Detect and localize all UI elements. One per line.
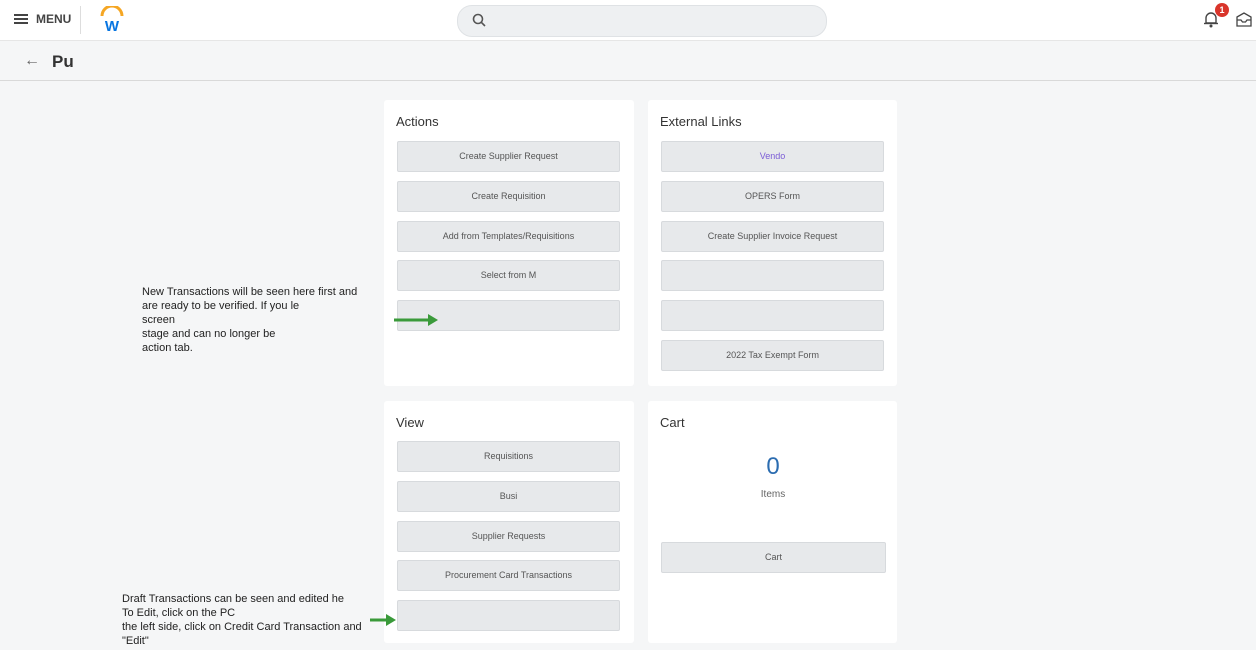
supplier-requests-button[interactable]: Supplier Requests bbox=[397, 521, 620, 552]
search-icon bbox=[472, 13, 486, 27]
tax-exempt-form-link[interactable]: 2022 Tax Exempt Form bbox=[661, 340, 884, 371]
external-link-5[interactable] bbox=[661, 300, 884, 331]
annotation-line: screen bbox=[142, 314, 176, 326]
actions-card: Actions Create Supplier Request Create R… bbox=[384, 100, 634, 386]
notification-badge: 1 bbox=[1215, 3, 1229, 17]
annotation-line: To Edit, click on the PC bbox=[122, 607, 236, 619]
external-links-card: External Links Vendo OPERS Form Create S… bbox=[648, 100, 897, 386]
svg-text:W: W bbox=[105, 18, 120, 34]
inbox-icon[interactable] bbox=[1236, 11, 1252, 27]
annotation-arrow-icon bbox=[370, 614, 396, 626]
cart-items-label: Items bbox=[760, 489, 786, 500]
external-links-title: External Links bbox=[660, 114, 742, 129]
add-from-templates-button[interactable]: Add from Templates/Requisitions bbox=[397, 221, 620, 252]
annotation-line: "Edit" bbox=[122, 635, 149, 647]
actions-title: Actions bbox=[396, 114, 439, 129]
opers-form-link[interactable]: OPERS Form bbox=[661, 181, 884, 212]
create-supplier-invoice-request-link[interactable]: Create Supplier Invoice Request bbox=[661, 221, 884, 252]
annotation-line: New Transactions will be seen here first… bbox=[142, 286, 358, 298]
cart-count: 0 bbox=[766, 453, 780, 480]
page-title: Pu bbox=[52, 52, 74, 71]
annotation-draft-transactions: Draft Transactions can be seen and edite… bbox=[122, 592, 372, 648]
menu-button[interactable]: MENU bbox=[14, 12, 71, 26]
workday-logo-icon[interactable]: W bbox=[99, 6, 125, 34]
cart-card: Cart 0 Items Cart bbox=[648, 401, 897, 643]
cart-title: Cart bbox=[660, 415, 685, 430]
hamburger-icon bbox=[14, 14, 28, 24]
annotation-line: Draft Transactions can be seen and edite… bbox=[122, 593, 344, 605]
cart-button[interactable]: Cart bbox=[661, 542, 886, 573]
annotation-line: the left side, click on Credit Card Tran… bbox=[122, 621, 362, 633]
business-assets-button[interactable]: Busi bbox=[397, 481, 620, 512]
menu-label: MENU bbox=[36, 12, 72, 26]
view-title: View bbox=[396, 415, 424, 430]
top-bar: MENU W 1 bbox=[0, 0, 1256, 41]
annotation-new-transactions: New Transactions will be seen here first… bbox=[142, 285, 382, 355]
annotation-arrow-icon bbox=[394, 314, 438, 326]
back-arrow-icon[interactable]: ← bbox=[24, 52, 40, 70]
search-input[interactable] bbox=[492, 12, 816, 32]
header-divider bbox=[80, 6, 81, 34]
requisitions-button[interactable]: Requisitions bbox=[397, 441, 620, 472]
vendor-packet-link[interactable]: Vendo bbox=[661, 141, 884, 172]
view-card: View Requisitions Busi Supplier Requests… bbox=[384, 401, 634, 643]
external-link-4[interactable] bbox=[661, 260, 884, 291]
annotation-line: action tab. bbox=[142, 342, 193, 354]
view-button-5[interactable] bbox=[397, 600, 620, 631]
create-supplier-request-button[interactable]: Create Supplier Request bbox=[397, 141, 620, 172]
procurement-card-transactions-button[interactable]: Procurement Card Transactions bbox=[397, 560, 620, 591]
annotation-line: are ready to be verified. If you le bbox=[142, 300, 300, 312]
annotation-line: stage and can no longer be bbox=[142, 328, 276, 340]
page-divider bbox=[0, 80, 1256, 81]
create-requisition-button[interactable]: Create Requisition bbox=[397, 181, 620, 212]
search-bar[interactable] bbox=[457, 5, 827, 37]
select-from-procurement-button[interactable]: Select from M bbox=[397, 260, 620, 291]
